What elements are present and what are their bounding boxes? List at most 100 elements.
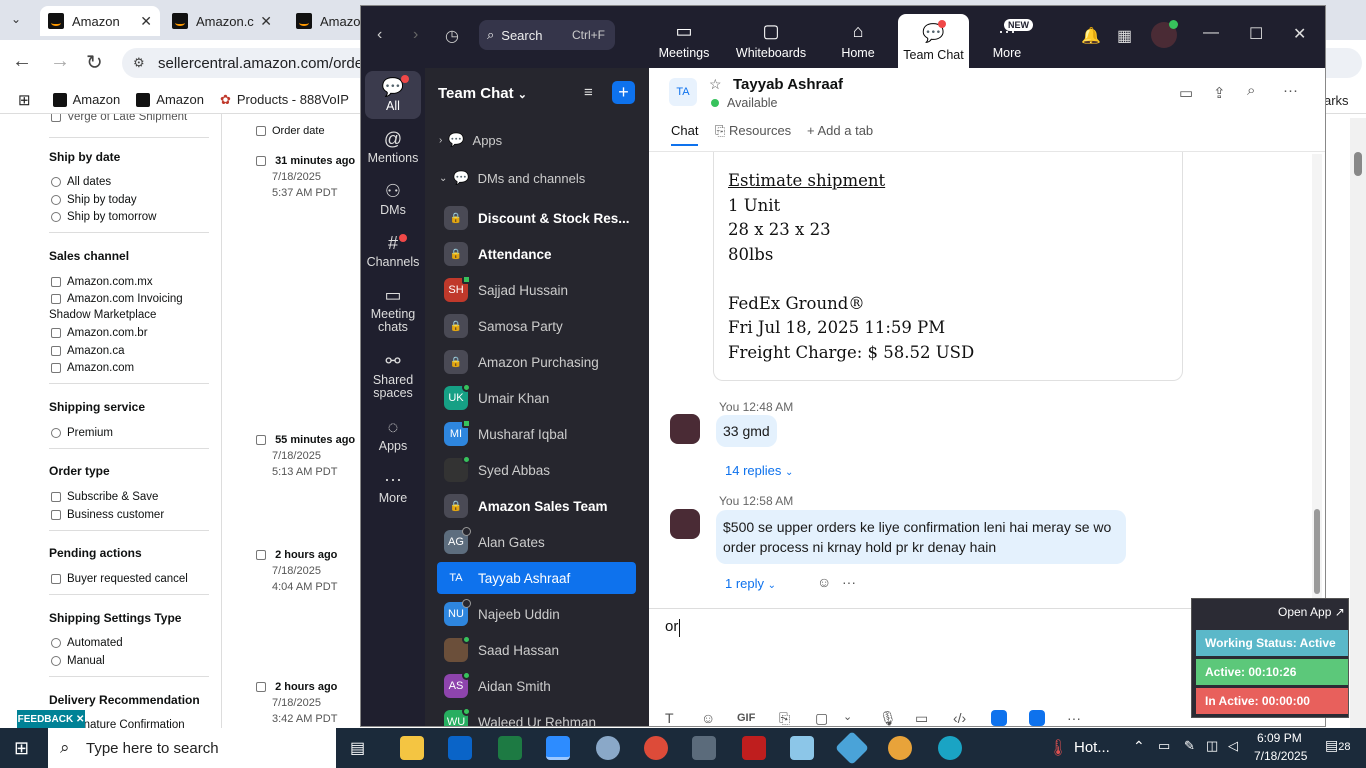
star-icon[interactable]: ☆	[709, 76, 722, 93]
tab-resources[interactable]: ⎘ Resources	[715, 123, 791, 139]
checkbox[interactable]	[51, 363, 61, 373]
sender-avatar[interactable]	[670, 509, 700, 539]
rail-shared-spaces[interactable]: ⚯ Shared spaces	[365, 352, 421, 400]
open-app-button[interactable]: Open App ↗	[1278, 605, 1345, 619]
chat-list-item[interactable]: 🔒 Discount & Stock Res...	[437, 202, 636, 234]
checkbox[interactable]	[51, 574, 61, 584]
notification-center-icon[interactable]: ▤28	[1325, 737, 1350, 754]
checkbox[interactable]	[51, 492, 61, 502]
filter-option[interactable]: Premium	[51, 427, 113, 439]
forward-icon[interactable]: →	[50, 50, 70, 73]
section-apps[interactable]: › 💬 Apps	[439, 132, 502, 148]
browser-tab-1[interactable]: Amazon ✕	[40, 6, 160, 36]
back-icon[interactable]: ‹	[377, 26, 382, 44]
radio[interactable]	[51, 656, 61, 666]
order-checkbox[interactable]	[256, 682, 266, 693]
sender-avatar[interactable]	[670, 414, 700, 444]
filter-option[interactable]: Verge of Late Shipment	[51, 114, 187, 123]
filter-icon[interactable]: ≡	[584, 84, 593, 101]
browser-tab-3[interactable]: Amazon	[288, 6, 360, 36]
reload-icon[interactable]: ↻	[86, 50, 103, 75]
calculator-icon[interactable]	[692, 736, 716, 760]
rail-more[interactable]: ··· More	[365, 470, 421, 505]
filter-option[interactable]: Amazon.com.br	[51, 327, 148, 339]
order-row[interactable]: 31 minutes ago 7/18/2025 5:37 AM PDT	[256, 153, 355, 201]
clock-time[interactable]: 6:09 PM	[1257, 731, 1302, 745]
app1-icon[interactable]	[991, 710, 1007, 726]
more-icon[interactable]: ···	[1067, 710, 1081, 726]
rail-channels[interactable]: # Channels	[365, 234, 421, 269]
radio[interactable]	[51, 638, 61, 648]
minimize-icon[interactable]: —	[1203, 24, 1219, 42]
mic-icon[interactable]: 🎙	[879, 710, 897, 726]
select-all-checkbox[interactable]	[256, 126, 266, 136]
checkbox[interactable]	[51, 328, 61, 338]
taskbar-search[interactable]: ⌕ Type here to search	[48, 728, 336, 768]
replies-link[interactable]: 14 replies ⌄	[725, 463, 793, 478]
notes-app-icon[interactable]	[790, 736, 814, 760]
edge-icon[interactable]	[938, 736, 962, 760]
snipping-tool-icon[interactable]	[596, 736, 620, 760]
order-checkbox[interactable]	[256, 550, 266, 561]
clock-date[interactable]: 7/18/2025	[1254, 749, 1307, 763]
filter-option[interactable]: Ship by tomorrow	[51, 211, 156, 223]
filter-option[interactable]: Buyer requested cancel	[51, 573, 188, 585]
share-screen-icon[interactable]: ⇪	[1213, 84, 1226, 102]
format-icon[interactable]: T	[665, 710, 674, 726]
forward-icon[interactable]: ›	[413, 26, 418, 44]
bell-icon[interactable]: 🔔	[1081, 26, 1101, 46]
order-checkbox[interactable]	[256, 156, 266, 167]
close-tab-icon[interactable]: ✕	[140, 13, 152, 30]
rail-apps[interactable]: ◌ Apps	[365, 418, 421, 453]
chat-list-item[interactable]: AS Aidan Smith	[437, 670, 636, 702]
site-info-icon[interactable]: ⚙	[133, 55, 145, 71]
radio[interactable]	[51, 177, 61, 187]
weather-text[interactable]: Hot...	[1074, 739, 1110, 756]
code-icon[interactable]: ‹/›	[953, 710, 966, 726]
nav-home[interactable]: ⌂ Home	[833, 14, 883, 66]
chat-scrollbar[interactable]	[1312, 154, 1322, 598]
task-view-icon[interactable]: ▤	[350, 738, 365, 758]
message-bubble[interactable]: 33 gmd	[716, 415, 777, 447]
outlook-icon[interactable]	[448, 736, 472, 760]
calendar-icon[interactable]: ▦	[1117, 26, 1132, 46]
page-scrollbar-thumb[interactable]	[1354, 152, 1362, 176]
chat-list-item[interactable]: Saad Hassan	[437, 634, 636, 666]
bookmark-888voip[interactable]: ✿ Products - 888VoIP	[220, 92, 349, 108]
checkbox[interactable]	[51, 294, 61, 304]
windows-start-icon[interactable]: ⊞	[14, 738, 29, 759]
pen-icon[interactable]: ✎	[1184, 738, 1195, 754]
close-window-icon[interactable]: ✕	[1293, 24, 1306, 44]
video-msg-icon[interactable]: ▭	[915, 710, 928, 726]
back-icon[interactable]: ←	[12, 50, 32, 73]
radio[interactable]	[51, 428, 61, 438]
filter-option[interactable]: Manual	[51, 655, 105, 667]
apps-grid-icon[interactable]: ⊞	[18, 91, 31, 109]
app-icon[interactable]	[835, 731, 869, 765]
tab-chat[interactable]: Chat	[671, 123, 699, 146]
close-tab-icon[interactable]: ✕	[260, 13, 272, 30]
chat-list-item[interactable]: UK Umair Khan	[437, 382, 636, 414]
message-bubble[interactable]: $500 se upper orders ke liye confirmatio…	[716, 510, 1126, 564]
network-icon[interactable]: ▭	[1158, 738, 1170, 754]
screenshot-icon[interactable]: ▢	[815, 710, 828, 726]
filezilla-icon[interactable]	[742, 736, 766, 760]
chat-list-title[interactable]: Team Chat ⌄	[438, 85, 527, 102]
rail-all[interactable]: 💬 All	[365, 71, 421, 119]
excel-icon[interactable]	[498, 736, 522, 760]
chrome-icon[interactable]	[644, 736, 668, 760]
chat-list-item[interactable]: 🔒 Amazon Purchasing	[437, 346, 636, 378]
checkbox[interactable]	[51, 114, 61, 122]
more-options-icon[interactable]: ···	[1283, 82, 1298, 99]
tray-chevron-icon[interactable]: ⌃	[1133, 738, 1145, 755]
nav-meetings[interactable]: ▭ Meetings	[651, 14, 717, 66]
filter-option[interactable]: Amazon.ca	[51, 345, 125, 357]
filter-option[interactable]: Ship by today	[51, 194, 137, 206]
section-dms[interactable]: ⌄ 💬 DMs and channels	[439, 170, 585, 186]
wifi-icon[interactable]: ◫	[1206, 738, 1218, 754]
video-call-icon[interactable]: ▭	[1179, 84, 1193, 102]
rail-mentions[interactable]: @ Mentions	[365, 130, 421, 165]
contact-name[interactable]: Tayyab Ashraaf	[733, 76, 843, 93]
bookmarks-overflow-label[interactable]: arks	[1324, 93, 1349, 108]
bookmark-amazon-2[interactable]: Amazon	[136, 92, 204, 107]
